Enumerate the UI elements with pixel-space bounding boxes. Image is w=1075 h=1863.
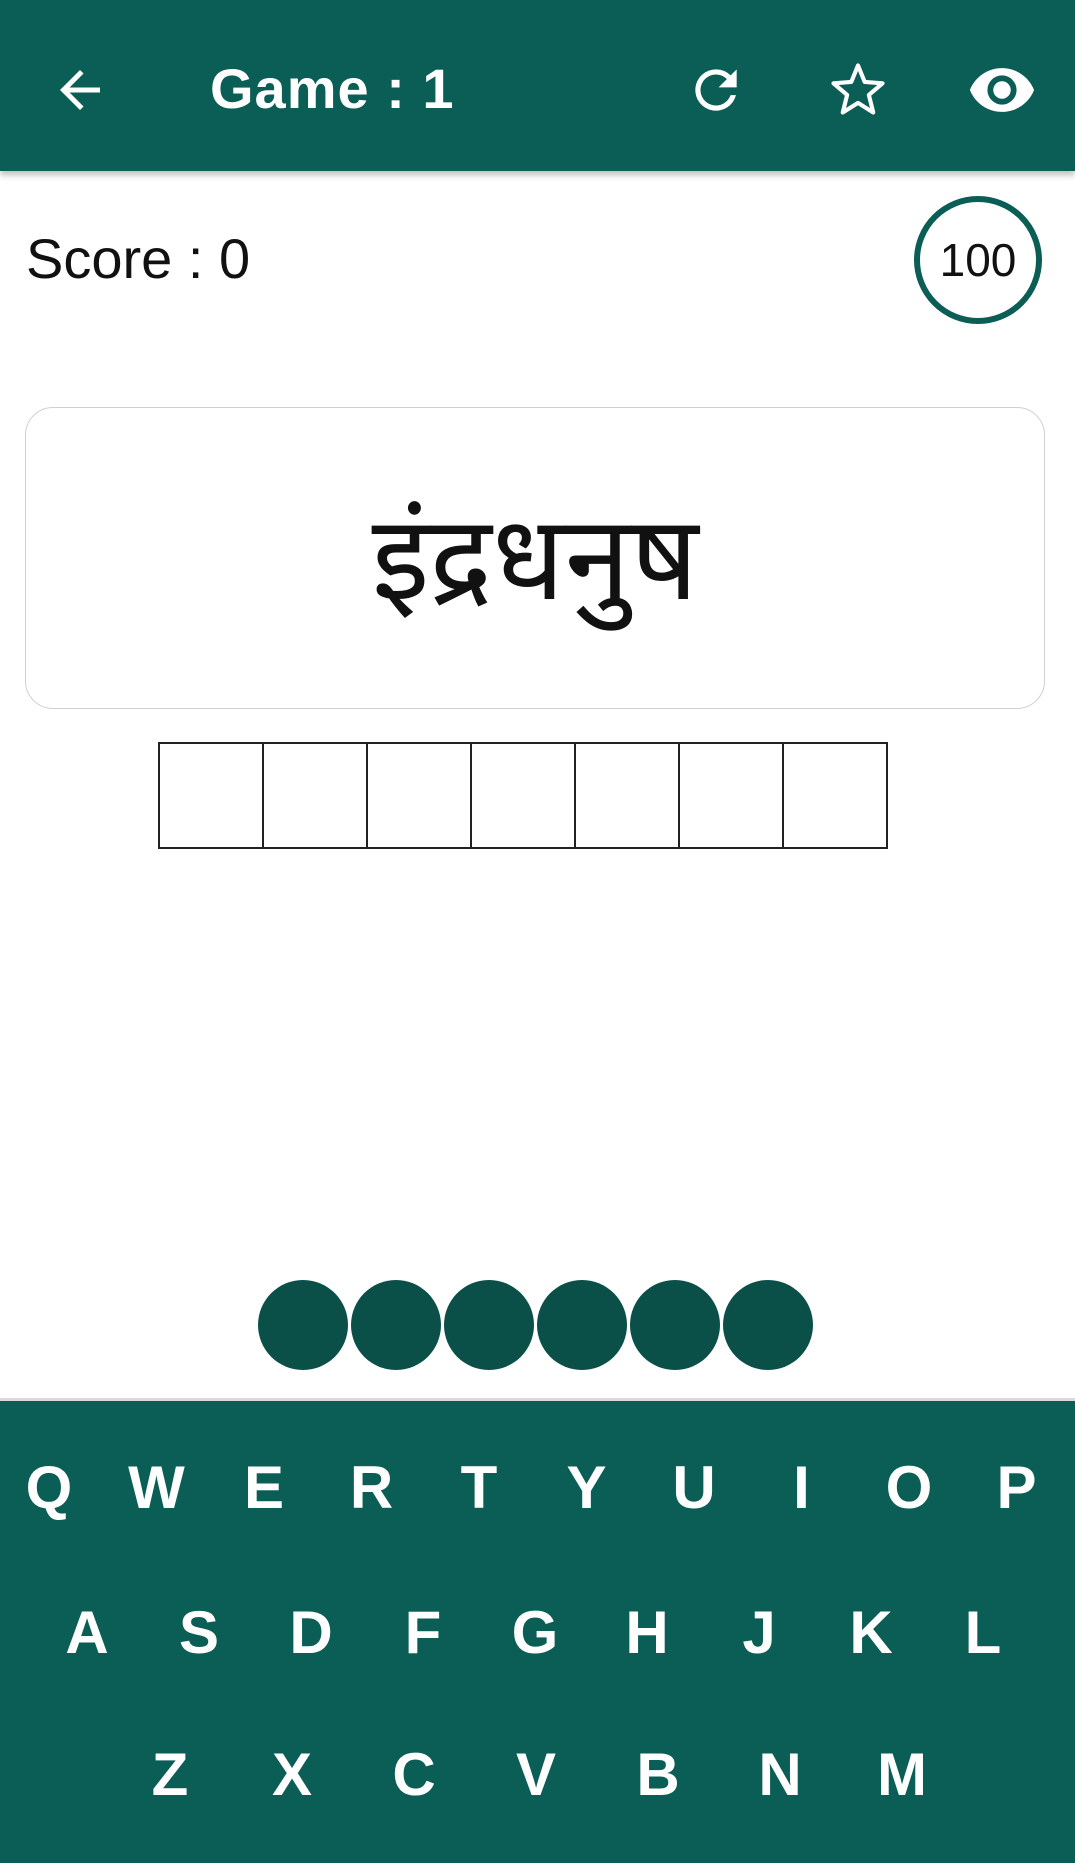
key-n[interactable]: N [735, 1720, 825, 1830]
answer-slot[interactable] [574, 742, 680, 849]
app-bar: Game : 1 [0, 0, 1075, 171]
key-z[interactable]: Z [125, 1720, 215, 1830]
arrow-left-icon [60, 70, 100, 110]
key-y[interactable]: Y [542, 1433, 632, 1543]
key-i[interactable]: I [757, 1433, 847, 1543]
key-u[interactable]: U [649, 1433, 739, 1543]
reveal-button[interactable] [960, 48, 1044, 132]
back-button[interactable] [38, 48, 122, 132]
hint-dot [537, 1280, 627, 1370]
hint-dot [630, 1280, 720, 1370]
key-d[interactable]: D [266, 1578, 356, 1688]
timer-badge: 100 [914, 196, 1042, 324]
hint-dots [258, 1280, 813, 1370]
refresh-button[interactable] [674, 48, 758, 132]
keyboard-row: QWERTYUIOP [0, 1433, 1075, 1553]
answer-slot[interactable] [470, 742, 576, 849]
hint-dot [723, 1280, 813, 1370]
key-h[interactable]: H [602, 1578, 692, 1688]
answer-slots [158, 742, 888, 849]
key-o[interactable]: O [864, 1433, 954, 1543]
key-b[interactable]: B [613, 1720, 703, 1830]
hint-dot [444, 1280, 534, 1370]
key-w[interactable]: W [112, 1433, 202, 1543]
answer-slot[interactable] [158, 742, 264, 849]
word-card: इंद्रधनुष [25, 407, 1045, 709]
key-s[interactable]: S [154, 1578, 244, 1688]
favorite-button[interactable] [816, 48, 900, 132]
answer-slot[interactable] [366, 742, 472, 849]
keyboard-row: ZXCVBNM [0, 1720, 1075, 1840]
timer-value: 100 [939, 234, 1017, 286]
question-word: इंद्रधनुष [371, 489, 699, 627]
key-x[interactable]: X [247, 1720, 337, 1830]
answer-slot[interactable] [782, 742, 888, 849]
star-outline-icon [831, 63, 885, 115]
key-r[interactable]: R [327, 1433, 417, 1543]
key-k[interactable]: K [826, 1578, 916, 1688]
key-a[interactable]: A [42, 1578, 132, 1688]
key-e[interactable]: E [219, 1433, 309, 1543]
page-title: Game : 1 [210, 57, 455, 120]
key-c[interactable]: C [369, 1720, 459, 1830]
key-g[interactable]: G [490, 1578, 580, 1688]
letter-keyboard: QWERTYUIOP ASDFGHJKL ZXCVBNM [0, 1398, 1075, 1863]
eye-icon [969, 68, 1035, 112]
answer-slot[interactable] [678, 742, 784, 849]
key-f[interactable]: F [378, 1578, 468, 1688]
refresh-icon [695, 69, 737, 111]
key-p[interactable]: P [972, 1433, 1062, 1543]
hint-dot [351, 1280, 441, 1370]
keyboard-row: ASDFGHJKL [0, 1578, 1075, 1698]
key-l[interactable]: L [938, 1578, 1028, 1688]
hint-dot [258, 1280, 348, 1370]
key-v[interactable]: V [491, 1720, 581, 1830]
score-label: Score : 0 [26, 227, 251, 290]
key-q[interactable]: Q [4, 1433, 94, 1543]
key-t[interactable]: T [434, 1433, 524, 1543]
key-j[interactable]: J [714, 1578, 804, 1688]
answer-slot[interactable] [262, 742, 368, 849]
key-m[interactable]: M [857, 1720, 947, 1830]
